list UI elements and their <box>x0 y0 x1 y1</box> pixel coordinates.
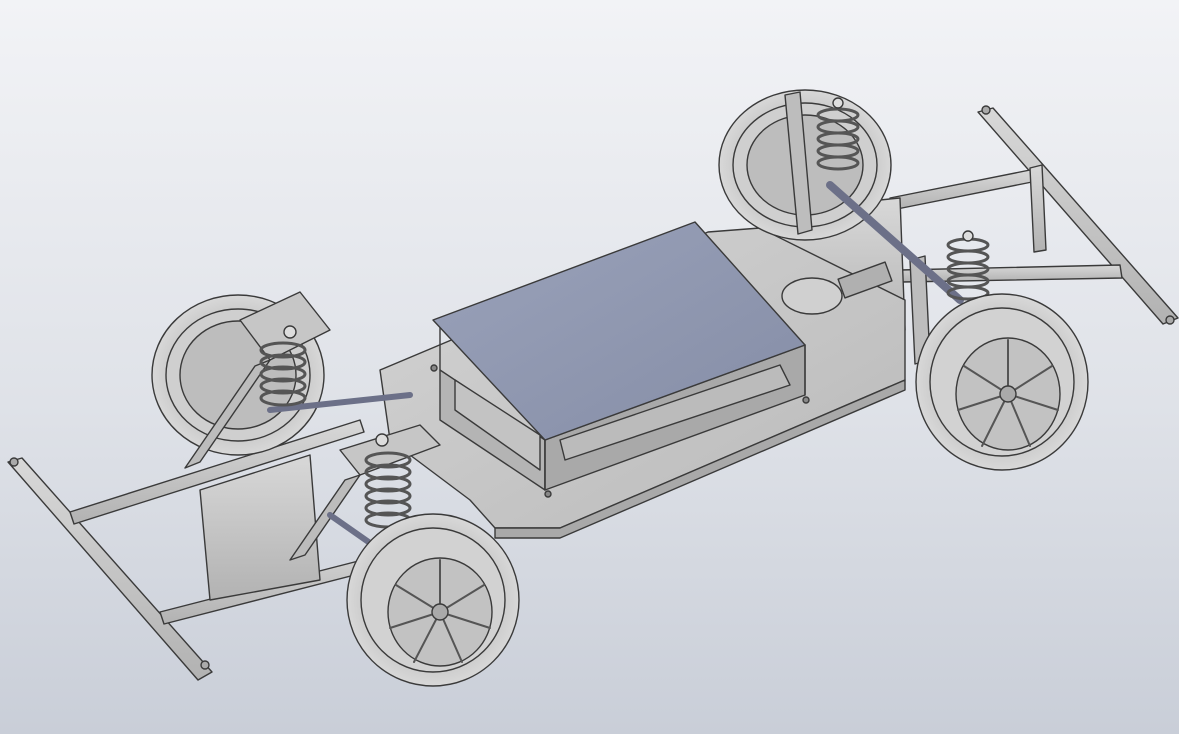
cad-viewport[interactable] <box>0 0 1179 734</box>
rear-right-wheel <box>915 293 1089 471</box>
chassis-3d-model[interactable] <box>0 0 1179 734</box>
front-right-wheel <box>346 513 520 687</box>
motor <box>781 277 843 315</box>
front-right-coil-spring <box>364 451 412 529</box>
